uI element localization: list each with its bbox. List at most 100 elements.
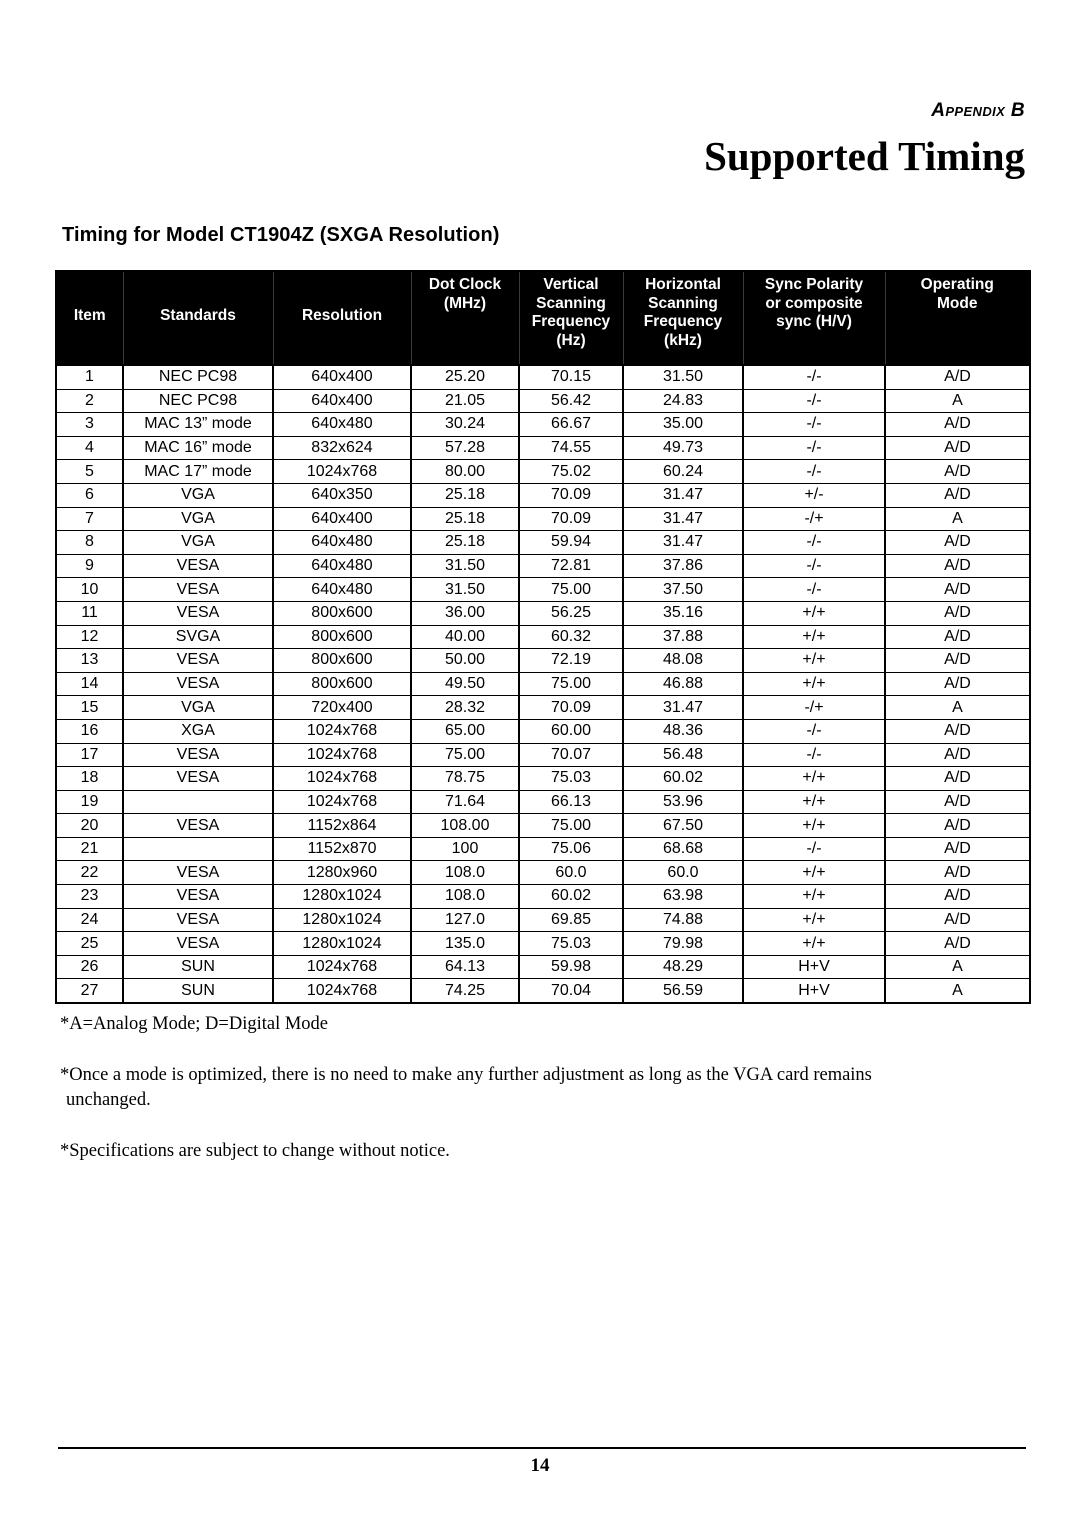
supported-timing-table: Item Standards Resolution Dot Clock (MHz… <box>55 270 1031 1005</box>
cell-resolution: 1024x768 <box>272 978 412 1004</box>
cell-dot_clock: 40.00 <box>410 624 520 650</box>
column-header-dot-clock-line2: (MHz) <box>443 294 487 312</box>
table-row: 1 NEC PC98 640x400 25.20 70.15 31.50 -/- A/D <box>56 365 1030 390</box>
column-header-horizontal-scanning-frequency: Horizontal Scanning Frequency (kHz) <box>622 271 744 366</box>
cell-sync: +/+ <box>742 671 886 697</box>
cell-item: 11 <box>56 600 124 626</box>
cell-horizontal: 53.96 <box>622 789 744 815</box>
table-row: 20 VESA 1152x864 108.00 75.00 67.50 +/+ A/D <box>56 813 1030 838</box>
cell-standards: VESA <box>122 766 274 791</box>
cell-item: 20 <box>56 813 124 838</box>
cell-sync: +/+ <box>742 789 886 815</box>
cell-resolution: 1024x768 <box>272 459 412 484</box>
cell-sync: -/- <box>742 435 886 461</box>
cell-sync: +/+ <box>742 600 886 626</box>
cell-horizontal: 37.50 <box>622 577 744 602</box>
cell-dot_clock: 50.00 <box>410 648 520 673</box>
cell-sync: -/- <box>742 718 886 744</box>
cell-mode: A/D <box>884 718 1030 744</box>
cell-sync: +/+ <box>742 860 886 886</box>
column-header-standards-line1: Standards <box>160 306 236 324</box>
cell-vertical: 66.13 <box>518 789 624 815</box>
cell-standards: VESA <box>122 907 274 933</box>
column-header-resolution: Resolution <box>272 271 412 366</box>
cell-resolution: 1152x870 <box>272 836 412 862</box>
cell-horizontal: 35.16 <box>622 600 744 626</box>
cell-item: 6 <box>56 482 124 508</box>
cell-vertical: 72.81 <box>518 553 624 579</box>
table-row: 21 1152x870 100 75.06 68.68 -/- A/D <box>56 836 1030 862</box>
cell-horizontal: 68.68 <box>622 836 744 862</box>
cell-standards: VESA <box>122 577 274 602</box>
cell-resolution: 1152x864 <box>272 813 412 838</box>
cell-dot_clock: 108.0 <box>410 884 520 909</box>
cell-resolution: 800x600 <box>272 600 412 626</box>
cell-vertical: 72.19 <box>518 648 624 673</box>
table-row: 8 VGA 640x480 25.18 59.94 31.47 -/- A/D <box>56 530 1030 555</box>
column-header-vertical-line1: Vertical <box>543 276 599 293</box>
table-body: 1 NEC PC98 640x400 25.20 70.15 31.50 -/- A/D 2 NE… <box>56 365 1030 1004</box>
cell-standards: NEC PC98 <box>122 388 274 414</box>
cell-horizontal: 60.24 <box>622 459 744 484</box>
cell-dot_clock: 25.20 <box>410 365 520 390</box>
cell-horizontal: 31.47 <box>622 506 744 532</box>
table-row: 19 1024x768 71.64 66.13 53.96 +/+ A/D <box>56 789 1030 815</box>
cell-sync: -/- <box>742 412 886 437</box>
cell-dot_clock: 74.25 <box>410 978 520 1004</box>
footnote-optimization: *Once a mode is optimized, there is no n… <box>60 1063 990 1113</box>
cell-dot_clock: 30.24 <box>410 412 520 437</box>
cell-sync: -/- <box>742 365 886 390</box>
cell-standards: SVGA <box>122 624 274 650</box>
column-header-vertical-line2: Scanning <box>536 294 606 312</box>
cell-vertical: 60.0 <box>518 860 624 886</box>
cell-horizontal: 67.50 <box>622 813 744 838</box>
cell-standards: VESA <box>122 648 274 673</box>
cell-dot_clock: 49.50 <box>410 671 520 697</box>
column-header-horizontal-line4: (kHz) <box>664 331 702 349</box>
cell-standards: VGA <box>122 506 274 532</box>
cell-vertical: 60.02 <box>518 884 624 909</box>
cell-dot_clock: 36.00 <box>410 600 520 626</box>
cell-mode: A/D <box>884 459 1030 484</box>
cell-dot_clock: 100 <box>410 836 520 862</box>
table-row: 17 VESA 1024x768 75.00 70.07 56.48 -/- A/D <box>56 742 1030 768</box>
cell-vertical: 56.25 <box>518 600 624 626</box>
cell-item: 24 <box>56 907 124 933</box>
footnote-specifications: *Specifications are subject to change wi… <box>60 1141 450 1161</box>
page-number: 14 <box>530 1455 550 1476</box>
cell-vertical: 75.06 <box>518 836 624 862</box>
cell-mode: A/D <box>884 836 1030 862</box>
cell-horizontal: 74.88 <box>622 907 744 933</box>
cell-standards: VGA <box>122 695 274 720</box>
cell-resolution: 800x600 <box>272 624 412 650</box>
cell-resolution: 720x400 <box>272 695 412 720</box>
cell-item: 27 <box>56 978 124 1004</box>
cell-sync: +/+ <box>742 907 886 933</box>
table-row: 4 MAC 16” mode 832x624 57.28 74.55 49.73 -/- A/… <box>56 435 1030 461</box>
cell-vertical: 70.09 <box>518 482 624 508</box>
cell-sync: -/- <box>742 553 886 579</box>
cell-item: 23 <box>56 884 124 909</box>
cell-sync: -/- <box>742 388 886 414</box>
table-row: 27 SUN 1024x768 74.25 70.04 56.59 H+V A <box>56 978 1030 1004</box>
cell-mode: A/D <box>884 553 1030 579</box>
cell-sync: +/+ <box>742 931 886 956</box>
cell-horizontal: 56.48 <box>622 742 744 768</box>
cell-standards: VESA <box>122 931 274 956</box>
cell-dot_clock: 25.18 <box>410 482 520 508</box>
document-page: Appendix B Supported Timing Timing for M… <box>0 0 1080 1528</box>
cell-vertical: 60.32 <box>518 624 624 650</box>
cell-resolution: 1024x768 <box>272 742 412 768</box>
cell-item: 3 <box>56 412 124 437</box>
cell-mode: A/D <box>884 742 1030 768</box>
cell-resolution: 1024x768 <box>272 954 412 980</box>
cell-resolution: 640x480 <box>272 553 412 579</box>
cell-horizontal: 31.47 <box>622 695 744 720</box>
cell-vertical: 60.00 <box>518 718 624 744</box>
column-header-vertical-line4: (Hz) <box>556 331 586 349</box>
cell-horizontal: 56.59 <box>622 978 744 1004</box>
column-header-horizontal-line3: Frequency <box>643 313 723 330</box>
cell-resolution: 800x600 <box>272 648 412 673</box>
cell-mode: A/D <box>884 577 1030 602</box>
cell-horizontal: 31.47 <box>622 530 744 555</box>
